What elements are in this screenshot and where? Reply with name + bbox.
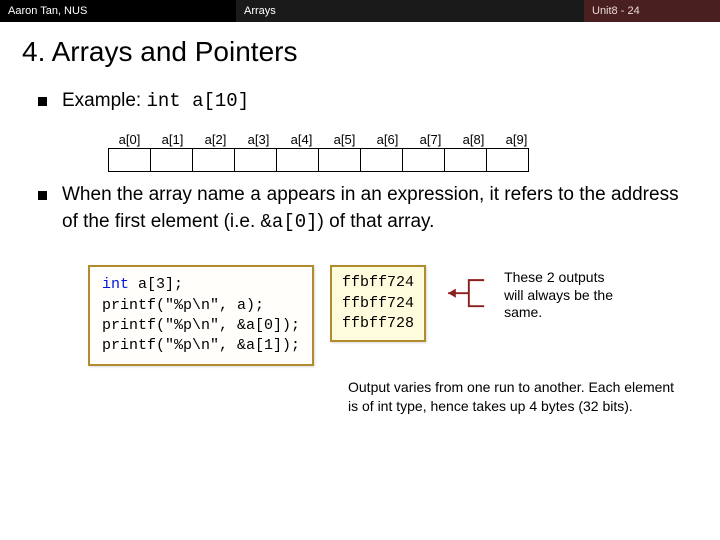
side-note: These 2 outputs will always be the same. xyxy=(504,269,619,322)
array-cell xyxy=(150,148,193,172)
explain-c1: a xyxy=(250,184,261,206)
bullet-explain: When the array name a appears in an expr… xyxy=(38,172,692,245)
array-label: a[3] xyxy=(237,131,280,149)
output-l3: ffbff728 xyxy=(342,314,414,334)
top-bar: Aaron Tan, NUS Arrays Unit8 - 24 xyxy=(0,0,720,22)
array-label: a[5] xyxy=(323,131,366,149)
array-cell xyxy=(192,148,235,172)
array-cell xyxy=(444,148,487,172)
array-cell xyxy=(108,148,151,172)
slide: Aaron Tan, NUS Arrays Unit8 - 24 4. Arra… xyxy=(0,0,720,540)
output-l2: ffbff724 xyxy=(342,294,414,314)
code-l1b: a[3]; xyxy=(129,276,183,293)
array-label: a[1] xyxy=(151,131,194,149)
explain-c2: &a[0] xyxy=(261,211,318,233)
array-cell xyxy=(234,148,277,172)
footnote: Output varies from one run to another. E… xyxy=(348,378,678,414)
array-diagram: a[0] a[1] a[2] a[3] a[4] a[5] a[6] a[7] … xyxy=(108,131,692,173)
bullet-example: Example: int a[10] xyxy=(38,78,692,125)
array-label: a[0] xyxy=(108,131,151,149)
page-label: Unit8 - 24 xyxy=(584,0,720,22)
array-cell xyxy=(318,148,361,172)
array-cell xyxy=(486,148,529,172)
array-label: a[8] xyxy=(452,131,495,149)
bullet-example-lead: Example: xyxy=(62,90,146,111)
array-cell xyxy=(360,148,403,172)
array-cells xyxy=(108,148,692,172)
array-label: a[2] xyxy=(194,131,237,149)
explain-p3: ) of that array. xyxy=(318,211,435,232)
example-row: int a[3]; printf("%p\n", a); printf("%p\… xyxy=(88,265,692,366)
array-cell xyxy=(276,148,319,172)
code-box: int a[3]; printf("%p\n", a); printf("%p\… xyxy=(88,265,314,366)
topic-label: Arrays xyxy=(236,0,584,22)
array-label: a[9] xyxy=(495,131,538,149)
code-l3: printf("%p\n", &a[0]); xyxy=(102,317,300,334)
code-kw-int: int xyxy=(102,276,129,293)
code-l4: printf("%p\n", &a[1]); xyxy=(102,337,300,354)
array-cell xyxy=(402,148,445,172)
output-box: ffbff724 ffbff724 ffbff728 xyxy=(330,265,426,342)
array-label: a[6] xyxy=(366,131,409,149)
author-label: Aaron Tan, NUS xyxy=(0,0,236,22)
slide-body: Example: int a[10] a[0] a[1] a[2] a[3] a… xyxy=(0,74,720,415)
output-l1: ffbff724 xyxy=(342,273,414,293)
array-label: a[7] xyxy=(409,131,452,149)
explain-p1: When the array name xyxy=(62,184,250,205)
array-index-labels: a[0] a[1] a[2] a[3] a[4] a[5] a[6] a[7] … xyxy=(108,131,692,149)
code-l2: printf("%p\n", a); xyxy=(102,297,264,314)
slide-title: 4. Arrays and Pointers xyxy=(0,22,720,74)
bracket-arrow-icon xyxy=(442,271,488,323)
bullet-example-code: int a[10] xyxy=(146,90,249,112)
array-label: a[4] xyxy=(280,131,323,149)
